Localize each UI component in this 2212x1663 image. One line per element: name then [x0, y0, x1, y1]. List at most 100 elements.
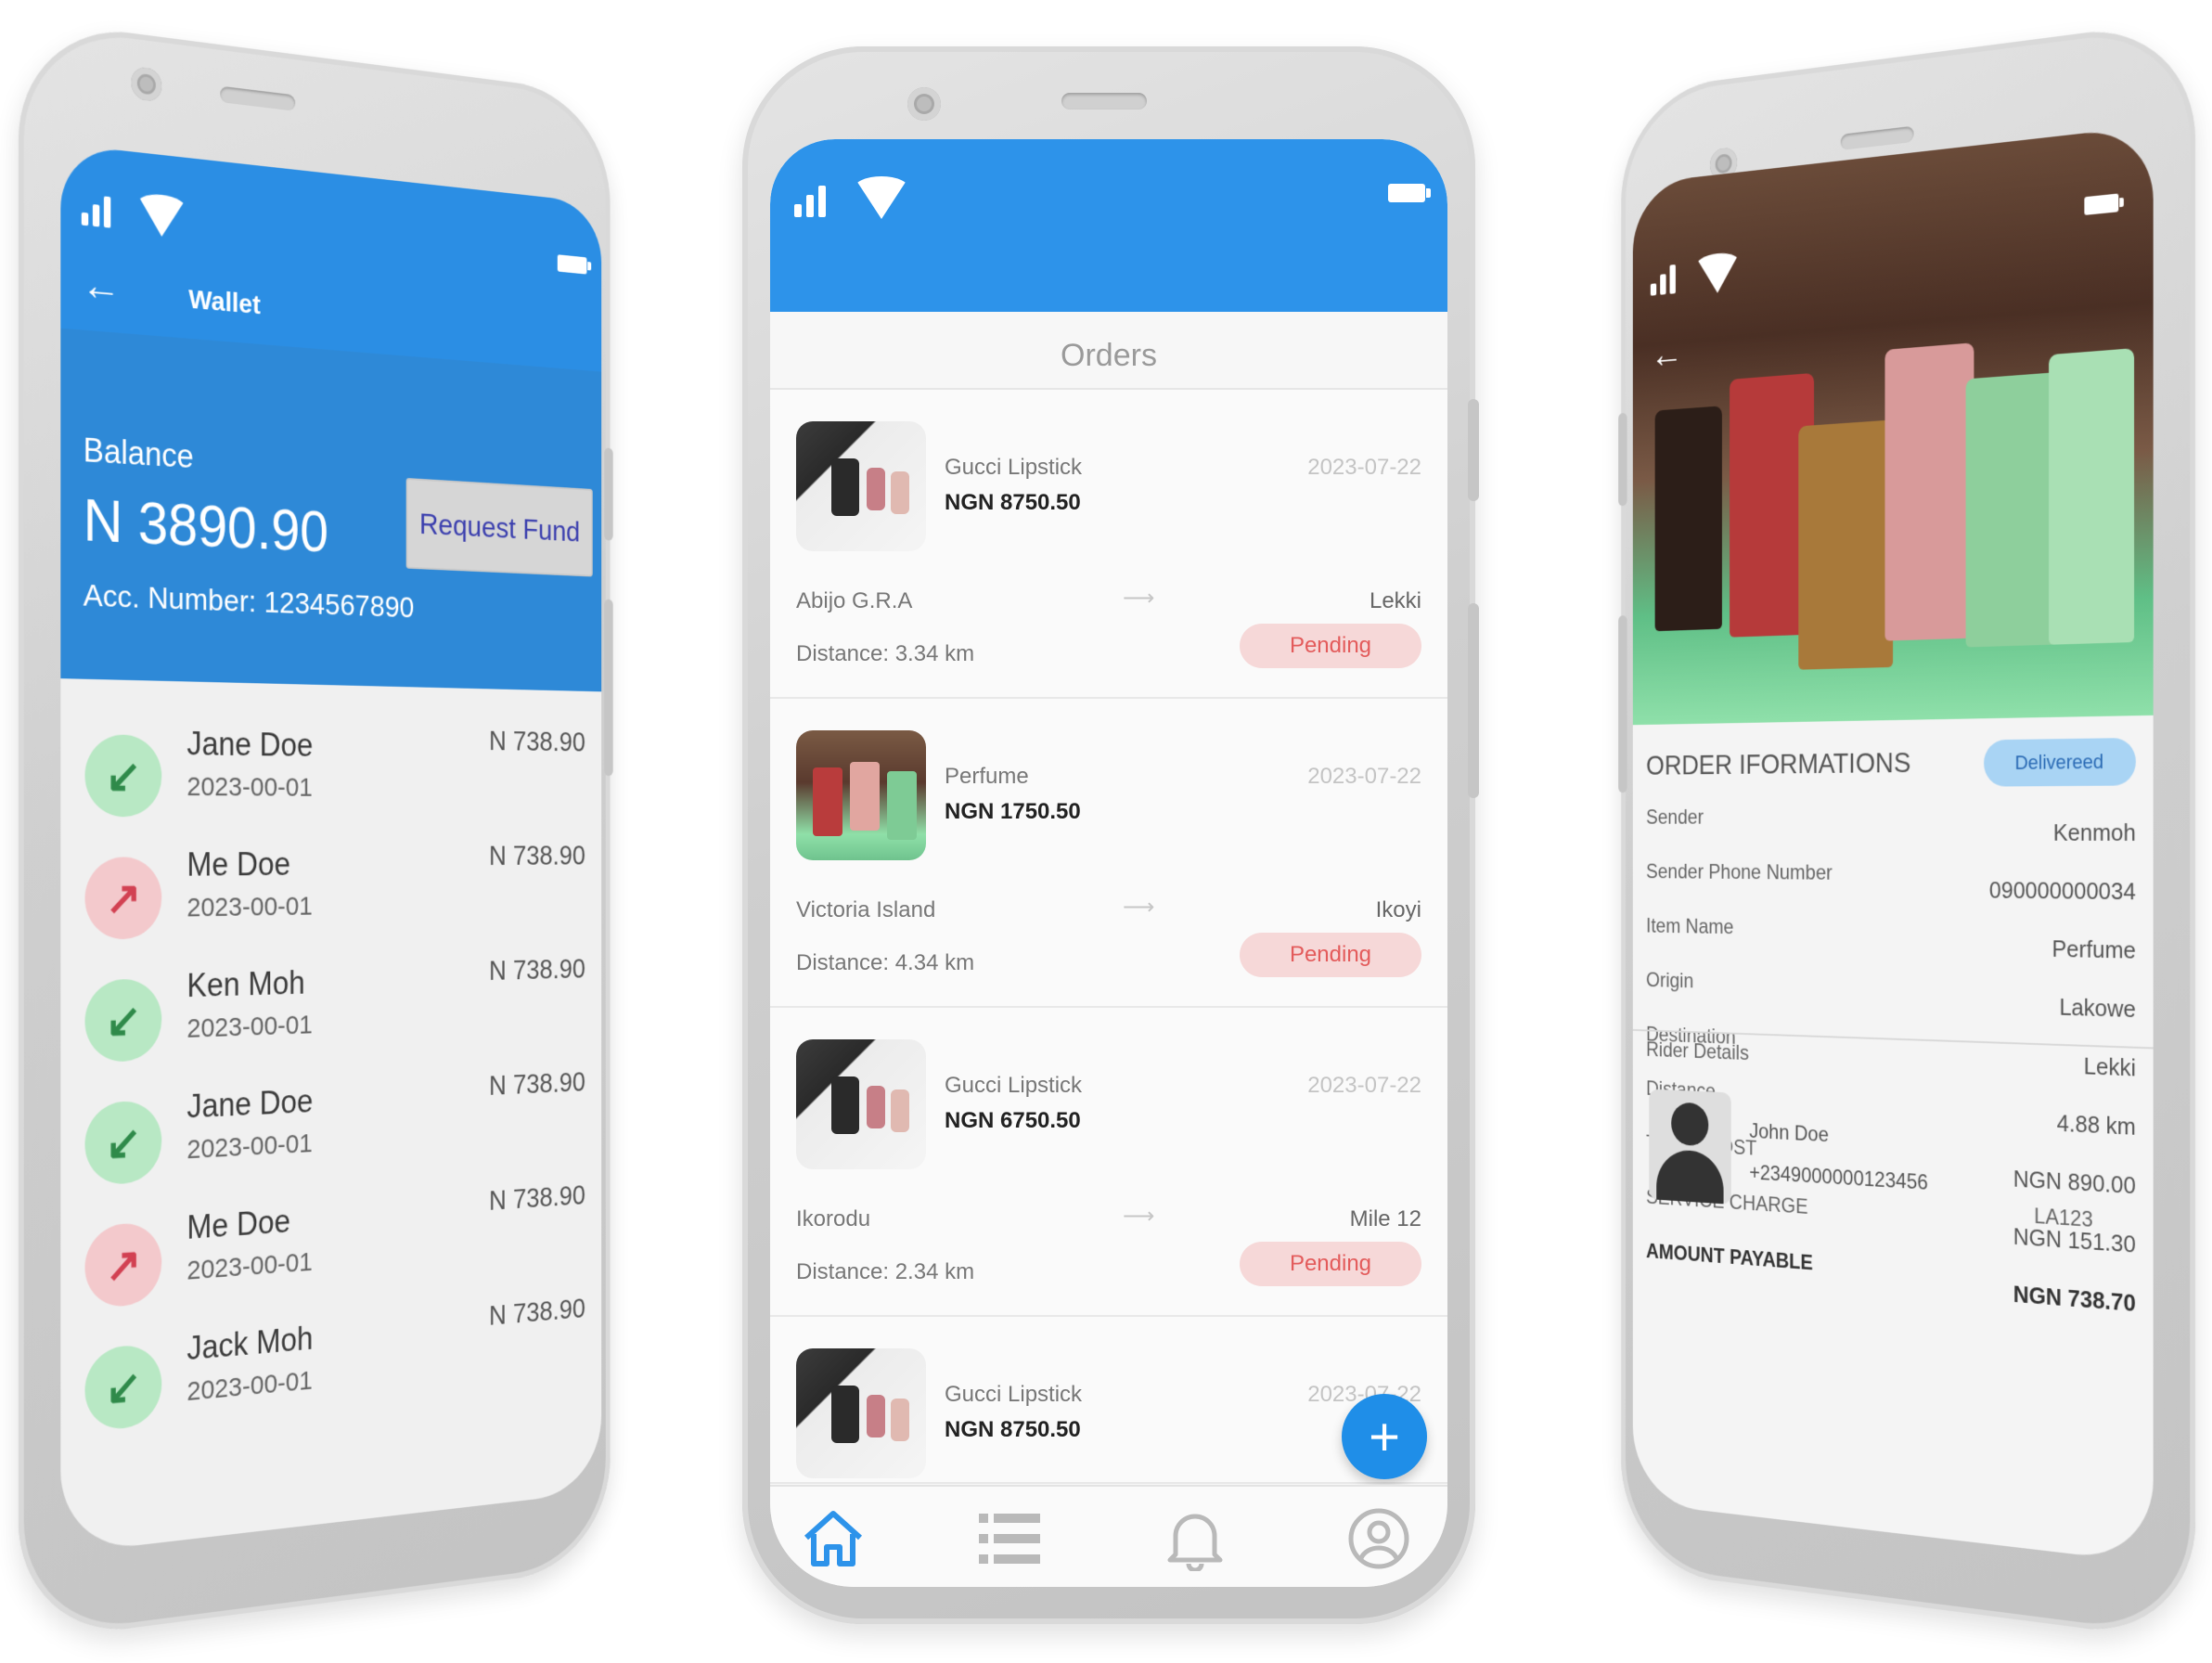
rider-avatar	[1649, 1089, 1731, 1205]
order-details-screen: ← ORDER IFORMATIONS Delivereed Sender Ke…	[1632, 125, 2154, 1564]
side-button	[1468, 603, 1479, 798]
order-title: Perfume	[945, 764, 1029, 789]
home-icon[interactable]	[796, 1502, 870, 1576]
incoming-arrow-icon: ↙	[84, 734, 162, 818]
add-order-button[interactable]: +	[1342, 1394, 1427, 1479]
order-origin: Victoria Island	[796, 897, 936, 922]
order-price: NGN 8750.50	[945, 1417, 1081, 1442]
order-price: NGN 8750.50	[945, 490, 1081, 515]
status-badge: Pending	[1240, 933, 1421, 977]
order-origin: Ikorodu	[796, 1206, 871, 1231]
order-title: Gucci Lipstick	[945, 1073, 1083, 1098]
bottle-shape	[1965, 372, 2058, 648]
info-label: Sender	[1646, 806, 1704, 830]
order-distance: Distance: 2.34 km	[796, 1259, 975, 1284]
order-card[interactable]: Perfume NGN 1750.50 2023-07-22 Victoria …	[770, 699, 1447, 1008]
back-button[interactable]: ←	[1651, 332, 1683, 378]
transaction-name: Jane Doe	[186, 725, 314, 764]
product-image	[796, 730, 926, 860]
transaction-name: Me Doe	[186, 1202, 291, 1246]
info-value: Kenmoh	[2052, 819, 2136, 846]
wifi-icon	[135, 192, 187, 239]
transaction-amount: N 738.90	[488, 1065, 585, 1102]
order-title: Gucci Lipstick	[945, 1382, 1083, 1407]
product-hero-image: ←	[1632, 125, 2154, 726]
order-destination: Lekki	[1369, 588, 1421, 613]
account-number: Acc. Number: 1234567890	[83, 577, 415, 625]
speaker	[220, 85, 296, 111]
incoming-arrow-icon: ↙	[84, 1343, 162, 1433]
bell-icon[interactable]	[1158, 1502, 1232, 1576]
app-bar	[770, 139, 1447, 312]
rider-id: LA123	[2034, 1204, 2093, 1232]
status-badge: Pending	[1240, 624, 1421, 668]
outgoing-arrow-icon: ↗	[84, 857, 162, 940]
page-title: Wallet	[188, 284, 261, 321]
side-button	[604, 599, 613, 777]
battery-icon	[557, 254, 587, 275]
transaction-amount: N 738.90	[488, 1179, 585, 1217]
balance-card: Balance N 3890.90 Acc. Number: 123456789…	[60, 328, 602, 692]
order-distance: Distance: 4.34 km	[796, 950, 975, 975]
wifi-icon	[1694, 251, 1741, 295]
info-label: Item Name	[1646, 914, 1734, 939]
info-value: Lakowe	[2059, 993, 2136, 1024]
order-price: NGN 6750.50	[945, 1108, 1081, 1133]
order-price: NGN 1750.50	[945, 799, 1081, 824]
outgoing-arrow-icon: ↗	[84, 1221, 162, 1309]
rider-heading: Rider Details	[1646, 1038, 1749, 1065]
info-value: Lekki	[2083, 1051, 2136, 1082]
section-heading: ORDER IFORMATIONS	[1646, 746, 1911, 781]
transaction-name: Ken Moh	[186, 964, 305, 1004]
camera	[131, 66, 162, 103]
rider-name: John Doe	[1749, 1119, 1829, 1147]
profile-icon[interactable]	[1342, 1502, 1416, 1576]
route-arrow-icon: ⟶	[1123, 1204, 1155, 1229]
bottom-nav	[770, 1485, 1447, 1587]
speaker	[1840, 125, 1914, 150]
wifi-icon	[854, 176, 909, 219]
info-label: Sender Phone Number	[1646, 859, 1833, 885]
bottle-shape	[1654, 406, 1722, 632]
phone-order-details: ← ORDER IFORMATIONS Delivereed Sender Ke…	[1618, 19, 2195, 1643]
speaker	[1061, 93, 1147, 110]
transaction-amount: N 738.90	[488, 1292, 585, 1332]
transaction-amount: N 738.90	[488, 840, 585, 871]
back-button[interactable]: ←	[82, 260, 122, 311]
order-date: 2023-07-22	[1307, 455, 1421, 480]
transaction-date: 2023-00-01	[186, 1246, 313, 1286]
order-destination: Mile 12	[1349, 1206, 1421, 1231]
order-title: Gucci Lipstick	[945, 455, 1083, 480]
list-icon[interactable]	[972, 1502, 1047, 1576]
transaction-name: Jane Doe	[186, 1082, 314, 1126]
transaction-row[interactable]: ↙ Ken Moh 2023-00-01 N 738.90	[60, 943, 601, 1077]
orders-list: Gucci Lipstick NGN 8750.50 2023-07-22 Ab…	[770, 390, 1447, 1484]
side-button	[1468, 399, 1479, 501]
orders-screen: Orders Gucci Lipstick NGN 8750.50 2023-0…	[770, 139, 1447, 1587]
order-card[interactable]: Gucci Lipstick NGN 8750.50 2023-07-22	[770, 1317, 1447, 1484]
transaction-row[interactable]: ↙ Jane Doe 2023-00-01 N 738.90	[60, 706, 601, 830]
order-card[interactable]: Gucci Lipstick NGN 8750.50 2023-07-22 Ab…	[770, 390, 1447, 699]
route-arrow-icon: ⟶	[1123, 586, 1155, 611]
order-origin: Abijo G.R.A	[796, 588, 913, 613]
transaction-name: Jack Moh	[186, 1320, 314, 1368]
balance-label: Balance	[83, 431, 194, 475]
bottle-shape	[1798, 419, 1894, 670]
app-showcase: ← Wallet Balance N 3890.90 Acc. Number: …	[0, 0, 2212, 1663]
product-image	[796, 1039, 926, 1169]
bottle-shape	[1884, 342, 1974, 641]
transaction-amount: N 738.90	[488, 952, 585, 986]
transaction-row[interactable]: ↗ Me Doe 2023-00-01 N 738.90	[60, 830, 601, 953]
side-button	[1618, 412, 1627, 507]
request-fund-button[interactable]: Request Fund	[405, 477, 593, 577]
balance-amount: N 3890.90	[83, 486, 328, 564]
order-distance: Distance: 3.34 km	[796, 641, 975, 666]
battery-icon	[1388, 184, 1431, 202]
product-image	[796, 421, 926, 551]
transaction-date: 2023-00-01	[186, 891, 313, 923]
page-title: Orders	[1061, 338, 1157, 373]
order-card[interactable]: Gucci Lipstick NGN 6750.50 2023-07-22 Ik…	[770, 1008, 1447, 1317]
info-row: Item Name Perfume	[1646, 914, 2136, 976]
phone-wallet: ← Wallet Balance N 3890.90 Acc. Number: …	[19, 19, 613, 1643]
transaction-name: Me Doe	[186, 845, 291, 883]
